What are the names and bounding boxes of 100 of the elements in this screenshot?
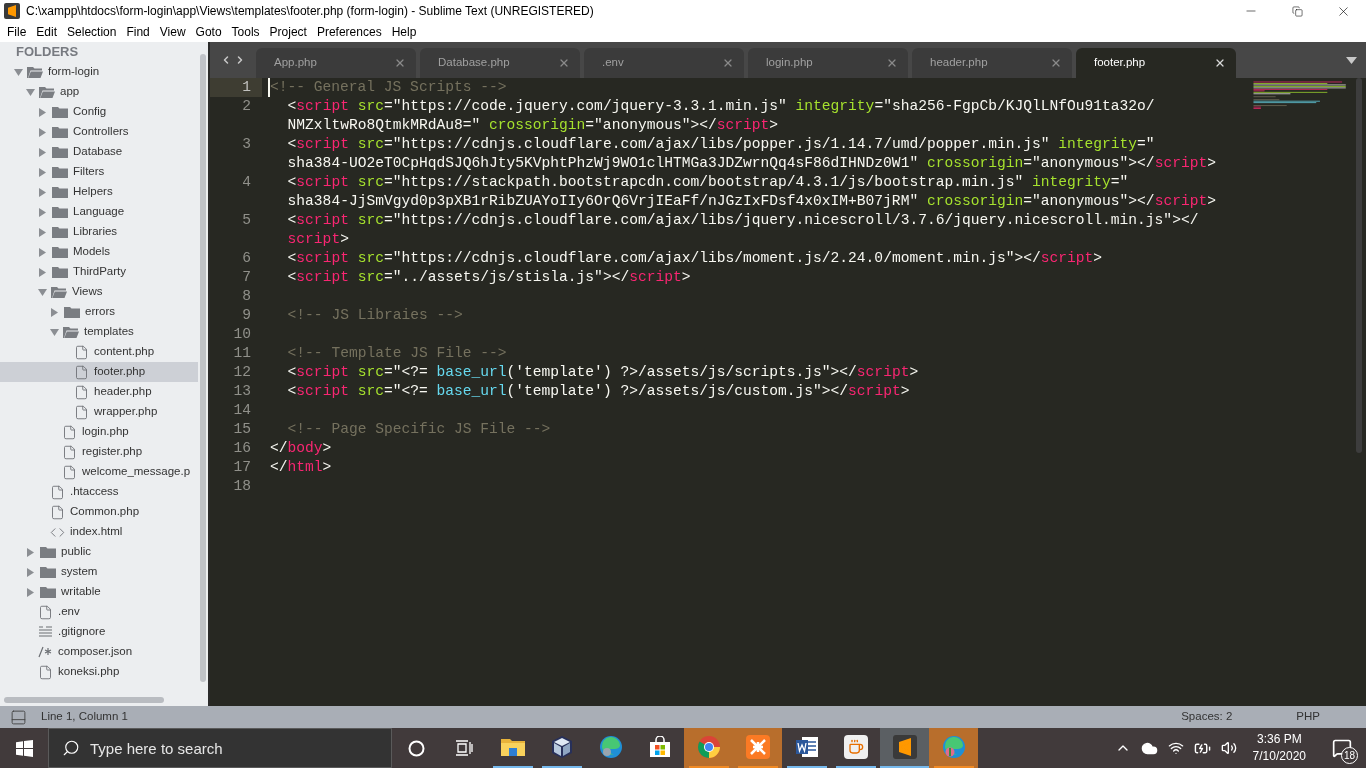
tree-item[interactable]: templates <box>0 322 198 342</box>
editor-tab[interactable]: header.php <box>912 48 1072 78</box>
menu-item[interactable]: Edit <box>31 23 63 41</box>
tree-item[interactable]: Filters <box>0 162 198 182</box>
folder-icon <box>500 737 525 757</box>
xampp-icon <box>745 735 770 759</box>
tree-item[interactable]: .htaccess <box>0 482 198 502</box>
folder-icon <box>52 165 68 179</box>
line-number: 11 <box>232 344 252 363</box>
editor-tab[interactable]: App.php <box>256 48 416 78</box>
open-folder-icon <box>63 325 79 339</box>
code-line: <script src="../assets/js/stisla.js"></script> <box>287 268 691 287</box>
code-line: <script src="https://cdnjs.cloudflare.com/ajax/libs/jquery.nicescroll/3.7.6/jquery.nicescroll.min.js"></ <box>287 211 1199 230</box>
tree-item[interactable]: Database <box>0 142 198 162</box>
expanded-arrow-icon[interactable] <box>38 288 47 296</box>
tree-item[interactable]: Views <box>0 282 198 302</box>
tree-item[interactable]: Libraries <box>0 222 198 242</box>
tree-item[interactable]: public <box>0 542 198 562</box>
tree-item[interactable]: .gitignore <box>0 622 198 642</box>
tree-item[interactable]: composer.json <box>0 642 198 662</box>
windows-logo-icon[interactable] <box>15 739 33 757</box>
clock[interactable]: 3:36 PM 7/10/2020 <box>1246 731 1312 765</box>
tree-item[interactable]: app <box>0 82 198 102</box>
tree-item[interactable]: wrapper.php <box>0 402 198 422</box>
menu-item[interactable]: Find <box>121 23 155 41</box>
circle-icon[interactable] <box>407 739 425 757</box>
code-line: script> <box>287 230 350 249</box>
file-icon <box>74 404 89 420</box>
close-tab-icon[interactable] <box>1214 57 1226 69</box>
wifi-icon[interactable] <box>1167 740 1184 756</box>
collapsed-arrow-icon[interactable] <box>51 307 58 317</box>
volume-icon[interactable] <box>1220 740 1237 756</box>
menu-item[interactable]: Selection <box>62 23 122 41</box>
tree-item[interactable]: ThirdParty <box>0 262 198 282</box>
line-number: 4 <box>241 173 252 192</box>
tree-item[interactable]: welcome_message.p <box>0 462 198 482</box>
text-lines-icon <box>38 626 53 638</box>
tree-item[interactable]: .env <box>0 602 198 622</box>
line-number: 16 <box>232 439 252 458</box>
tree-item[interactable]: form-login <box>0 62 198 82</box>
restore-icon[interactable] <box>1291 5 1303 17</box>
tree-item[interactable]: errors <box>0 302 198 322</box>
chrome-icon <box>696 735 721 759</box>
tree-item[interactable]: Common.php <box>0 502 198 522</box>
horizontal-scrollbar[interactable] <box>4 697 164 703</box>
tree-item[interactable]: header.php <box>0 382 198 402</box>
comment-icon <box>38 646 53 658</box>
indentation-setting[interactable]: Spaces: 2 <box>1181 708 1233 726</box>
menu-item[interactable]: Goto <box>190 23 227 41</box>
menu-item[interactable]: File <box>2 23 32 41</box>
menu-item[interactable]: Tools <box>226 23 265 41</box>
taskbar-app-button[interactable] <box>880 728 929 768</box>
window-title: C:\xampp\htdocs\form-login\app\Views\templates\footer.php (form-login) - Sublime Text (UNREGISTERED) <box>26 3 594 20</box>
tree-item[interactable]: footer.php <box>0 362 198 382</box>
tree-item[interactable]: Models <box>0 242 198 262</box>
tree-item[interactable]: writable <box>0 582 198 602</box>
menu-item[interactable]: Preferences <box>311 23 387 41</box>
editor-tab[interactable]: footer.php <box>1076 48 1236 78</box>
code-line: <!-- Page Specific JS File --> <box>287 420 551 439</box>
tree-item[interactable]: Language <box>0 202 198 222</box>
tree-item[interactable]: login.php <box>0 422 198 442</box>
file-icon <box>62 464 77 480</box>
menu-item[interactable]: View <box>154 23 191 41</box>
code-line: <script src="https://cdnjs.cloudflare.com/ajax/libs/popper.js/1.14.7/umd/popper.min.js" integrity=" <box>287 135 1156 154</box>
expanded-arrow-icon[interactable] <box>50 328 59 336</box>
menu-item[interactable]: Project <box>264 23 312 41</box>
search-icon <box>62 739 80 757</box>
cube-icon <box>550 735 573 759</box>
vertical-scrollbar[interactable] <box>200 54 206 682</box>
tree-item[interactable]: system <box>0 562 198 582</box>
file-icon <box>38 604 53 620</box>
tree-item[interactable]: Config <box>0 102 198 122</box>
taskbar-search-field[interactable]: Type here to search <box>48 728 392 768</box>
editor-tab[interactable]: login.php <box>748 48 908 78</box>
notification-count: 18 <box>1341 747 1358 764</box>
sublime-icon <box>4 3 20 19</box>
line-number: 10 <box>232 325 252 344</box>
code-line: sha384-UO2eT0CpHqdSJQ6hJty5KVphtPhzWj9WO1clHTMGa3JDZwrnQq4sF86dIHNDz0W1" crossorigin="anonymous"></script> <box>287 154 1216 173</box>
syntax-setting[interactable]: PHP <box>1296 708 1320 726</box>
editor-tab[interactable]: Database.php <box>420 48 580 78</box>
task-view-icon[interactable] <box>455 740 473 756</box>
folder-icon <box>52 125 68 139</box>
editor-scrollbar[interactable] <box>1356 78 1362 453</box>
line-number: 7 <box>241 268 252 287</box>
tree-item[interactable]: Helpers <box>0 182 198 202</box>
code-line: <script src="https://cdnjs.cloudflare.com/ajax/libs/moment.js/2.24.0/moment.min.js"></script> <box>287 249 1103 268</box>
tree-item[interactable]: index.html <box>0 522 198 542</box>
expanded-arrow-icon[interactable] <box>26 88 35 96</box>
folder-icon <box>52 185 68 199</box>
panel-toggle-icon[interactable] <box>10 708 27 726</box>
tree-item[interactable]: register.php <box>0 442 198 462</box>
line-number: 3 <box>241 135 252 154</box>
menu-item[interactable]: Help <box>386 23 422 41</box>
folder-icon <box>52 105 68 119</box>
tree-item[interactable]: koneksi.php <box>0 662 198 682</box>
caret-icon[interactable] <box>1345 56 1357 64</box>
tree-item[interactable]: Controllers <box>0 122 198 142</box>
expanded-arrow-icon[interactable] <box>14 68 23 76</box>
editor-tab[interactable]: .env <box>584 48 744 78</box>
tree-item[interactable]: content.php <box>0 342 198 362</box>
